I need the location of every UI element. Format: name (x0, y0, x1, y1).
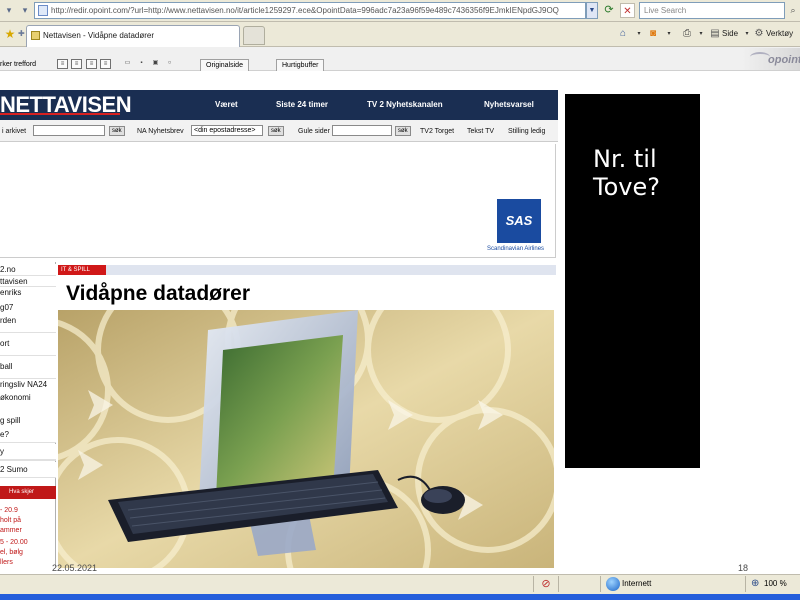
folder-icon[interactable]: ▣ (150, 59, 161, 69)
slide-page-number: 18 (738, 563, 749, 573)
link-tekst-tv[interactable]: Tekst TV (467, 127, 494, 136)
page-menu-icon[interactable]: ▤ (708, 27, 722, 41)
archive-search-button[interactable]: søk (109, 126, 125, 136)
left-nav-item-g07b[interactable]: g07 (0, 302, 56, 314)
ad-banner[interactable] (0, 144, 556, 258)
left-nav-item-ort[interactable]: ort (0, 333, 56, 356)
tv-guide-item[interactable]: ammer (0, 526, 22, 535)
refresh-icon[interactable]: ⟳ (602, 3, 616, 18)
sas-tagline: Scandinavian Airlines (487, 246, 545, 252)
note-text: Nr. til Tove? (593, 145, 660, 201)
tab-favicon (31, 31, 40, 40)
yellow-pages-input[interactable] (332, 125, 392, 136)
left-nav-item-spillb[interactable]: g spill (0, 415, 56, 427)
toolbar-button-3[interactable]: ≡ (86, 59, 97, 69)
feeds-icon[interactable]: ◙ (646, 27, 660, 41)
cache-tab[interactable]: Hurtigbuffer (276, 59, 325, 71)
search-icon[interactable]: ⌕ (786, 3, 800, 17)
nav-weather[interactable]: Været (215, 100, 238, 110)
left-nav-item-tv2[interactable]: 2.no (0, 264, 56, 276)
toolbar-button-2[interactable]: ≡ (71, 59, 82, 69)
left-nav-item-y[interactable]: y (0, 444, 56, 460)
feeds-dropdown-icon[interactable]: ▾ (662, 27, 676, 41)
newsletter-label: NA Nyhetsbrev (137, 128, 184, 135)
original-page-tab[interactable]: Originalside (200, 59, 249, 71)
archive-search-input[interactable] (33, 125, 105, 136)
favorites-star-icon[interactable]: ★ (2, 26, 18, 42)
tv-guide-label: Hva skjer (9, 489, 35, 495)
article-headline[interactable]: Vidåpne datadører (66, 282, 250, 306)
status-bar (0, 574, 800, 594)
tv-guide-item[interactable]: - 20.9 (0, 506, 18, 515)
sas-logo[interactable]: SAS (497, 199, 541, 243)
toolbar-button-4[interactable]: ≡ (100, 59, 111, 69)
taskbar (0, 594, 800, 600)
left-nav-item-ttavisen[interactable]: ttavisen (0, 276, 56, 287)
left-nav-item-enriks[interactable]: enriks (0, 287, 56, 298)
home-icon[interactable]: ⌂ (616, 27, 630, 41)
left-nav-item-e[interactable]: e? (0, 427, 56, 443)
toolbar-button-1[interactable]: ≡ (57, 59, 68, 69)
monitor-icon[interactable]: ▭ (122, 59, 133, 69)
floppy-icon[interactable]: ▪ (136, 59, 147, 69)
home-dropdown-icon[interactable]: ▾ (632, 27, 646, 41)
tv-guide-item[interactable]: llers (0, 558, 13, 567)
section-tag[interactable]: IT & SPILL (58, 265, 106, 275)
yellow-pages-button[interactable]: søk (395, 126, 411, 136)
tools-icon[interactable]: ⚙ (752, 27, 766, 41)
tab-title: Nettavisen - Vidåpne datadører (43, 31, 155, 40)
nav-gap2 (0, 402, 56, 415)
opoint-swoosh-icon (750, 52, 770, 62)
tools-menu-button[interactable]: Verktøy (766, 27, 793, 41)
link-stilling-ledig[interactable]: Stilling ledig (508, 127, 545, 136)
new-tab-button[interactable] (243, 26, 265, 45)
hits-label: rker trefford (0, 61, 37, 68)
popup-blocked-icon[interactable]: ⊘ (539, 577, 553, 591)
nav-news-alert[interactable]: Nyhetsvarsel (484, 100, 534, 110)
left-nav-item-okonomib[interactable]: økonomi (0, 392, 56, 403)
status-separator (533, 576, 534, 592)
slide-date: 22.05.2021 (52, 563, 98, 573)
tv-guide-item[interactable]: 5 - 20.00 (0, 538, 28, 547)
nav-last-24h[interactable]: Siste 24 timer (276, 100, 328, 110)
settings-icon[interactable]: ○ (164, 59, 175, 69)
link-tv2-torget[interactable]: TV2 Torget (420, 127, 454, 136)
status-separator (558, 576, 559, 592)
logo-underline (0, 113, 120, 115)
left-nav-item-ball[interactable]: ball (0, 356, 56, 379)
print-icon[interactable]: ⎙ (680, 27, 694, 41)
tv-guide-item[interactable]: el, bølg (0, 548, 23, 557)
url-text: http://redir.opoint.com/?url=http://www.… (51, 6, 559, 15)
nav-tv2-news[interactable]: TV 2 Nyhetskanalen (367, 100, 443, 110)
security-zone[interactable]: Internett (622, 579, 651, 589)
live-search-input[interactable]: Live Search (639, 2, 785, 19)
tv-guide-item[interactable]: holt på (0, 516, 21, 525)
address-dropdown-icon[interactable]: ▼ (586, 2, 598, 19)
zoom-icon[interactable]: ⊕ (751, 577, 763, 591)
tab-nettavisen[interactable]: Nettavisen - Vidåpne datadører (26, 25, 240, 47)
opoint-toolbar (0, 47, 800, 71)
back-dropdown-icon[interactable]: ▾ (2, 3, 16, 17)
url-field[interactable]: http://redir.opoint.com/?url=http://www.… (34, 2, 586, 19)
stop-icon[interactable]: ✕ (620, 3, 635, 18)
status-separator (600, 576, 601, 592)
yellow-pages-label: Gule sider (298, 128, 330, 135)
page-icon (38, 5, 48, 16)
status-separator (745, 576, 746, 592)
left-nav-item-sumo[interactable]: 2 Sumo (0, 462, 56, 478)
archive-label: i arkivet (2, 128, 27, 135)
section-bar (58, 265, 556, 275)
page-menu-button[interactable]: Side (722, 27, 738, 41)
print-dropdown-icon[interactable]: ▾ (694, 27, 708, 41)
article-image (58, 310, 554, 568)
zoom-level[interactable]: 100 % (764, 579, 787, 589)
internet-zone-icon (606, 577, 620, 591)
newsletter-button[interactable]: søk (268, 126, 284, 136)
newsletter-email-input[interactable]: <din epostadresse> (191, 125, 263, 136)
recent-pages-icon[interactable]: ▾ (18, 3, 32, 17)
computer-illustration (58, 310, 554, 568)
